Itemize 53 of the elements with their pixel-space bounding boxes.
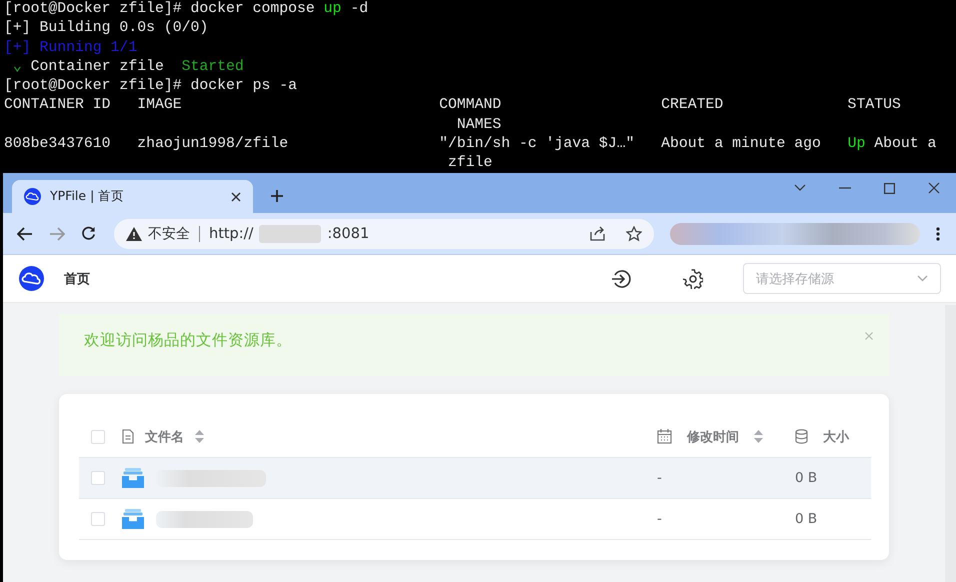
url-text: :8081 bbox=[327, 226, 370, 242]
folder-icon bbox=[122, 509, 144, 529]
back-arrow-icon[interactable] bbox=[17, 226, 33, 240]
reload-icon[interactable] bbox=[81, 226, 96, 241]
database-icon bbox=[795, 429, 808, 444]
file-size: 0 B bbox=[795, 511, 818, 527]
alert-message: 欢迎访问杨品的文件资源库。 bbox=[84, 330, 292, 351]
file-row[interactable]: - 0 B bbox=[79, 499, 871, 540]
modified-time: - bbox=[657, 511, 662, 527]
home-link[interactable]: 首页 bbox=[64, 270, 90, 288]
row-checkbox[interactable] bbox=[91, 512, 105, 526]
minimize-icon[interactable] bbox=[839, 187, 851, 189]
terminal-line: [+] Running 1/1 bbox=[4, 38, 138, 58]
select-placeholder: 请选择存储源 bbox=[756, 270, 834, 288]
chevron-down-icon bbox=[917, 275, 928, 282]
chevron-down-icon[interactable] bbox=[794, 184, 806, 192]
terminal-line: [+] Building 0.0s (0/0) bbox=[4, 19, 210, 38]
select-all-checkbox[interactable] bbox=[91, 430, 105, 444]
document-icon bbox=[122, 429, 134, 444]
file-row[interactable]: - 0 B bbox=[79, 458, 871, 499]
more-vertical-icon[interactable] bbox=[936, 226, 940, 240]
terminal-line: ⌄ Container zfile Started bbox=[12, 58, 245, 77]
warning-icon bbox=[126, 226, 142, 240]
column-header[interactable]: 文件名 bbox=[145, 428, 184, 446]
login-icon[interactable] bbox=[611, 268, 633, 290]
terminal-line: zfile bbox=[446, 154, 494, 173]
terminal-line: NAMES bbox=[456, 116, 502, 135]
row-checkbox[interactable] bbox=[91, 471, 105, 485]
cloud-logo-icon[interactable] bbox=[19, 266, 44, 291]
address-bar[interactable]: 不安全 http:// :8081 bbox=[114, 218, 654, 248]
maximize-icon[interactable] bbox=[884, 182, 895, 194]
share-icon[interactable] bbox=[590, 226, 606, 241]
terminal-line: [root@Docker zfile]# docker compose up -d bbox=[4, 0, 370, 19]
redacted-block bbox=[259, 224, 322, 242]
terminal-line: 808be3437610 zhaojun1998/zfile "/bin/sh -c 'java $J…" About a minute ago Up About a bbox=[4, 135, 938, 154]
calendar-icon bbox=[657, 429, 672, 444]
url-text: http:// bbox=[209, 226, 254, 242]
close-icon[interactable] bbox=[928, 182, 940, 194]
plus-icon[interactable] bbox=[270, 189, 284, 203]
column-header: 大小 bbox=[823, 428, 849, 446]
modified-time: - bbox=[657, 470, 662, 486]
security-label: 不安全 bbox=[148, 224, 190, 242]
column-header[interactable]: 修改时间 bbox=[687, 428, 739, 446]
cloud-logo-icon bbox=[24, 188, 41, 205]
browser-tab[interactable]: YPFile | 首页 bbox=[12, 180, 253, 213]
tab-title: YPFile | 首页 bbox=[50, 188, 126, 205]
close-icon[interactable] bbox=[231, 192, 241, 202]
terminal-line: CONTAINER ID IMAGE COMMAND CREATED STATUS bbox=[4, 96, 902, 116]
terminal-line: [root@Docker zfile]# docker ps -a bbox=[4, 77, 298, 96]
settings-icon[interactable] bbox=[683, 268, 703, 288]
star-icon[interactable] bbox=[626, 226, 642, 242]
folder-icon bbox=[122, 468, 144, 488]
file-size: 0 B bbox=[795, 470, 818, 486]
